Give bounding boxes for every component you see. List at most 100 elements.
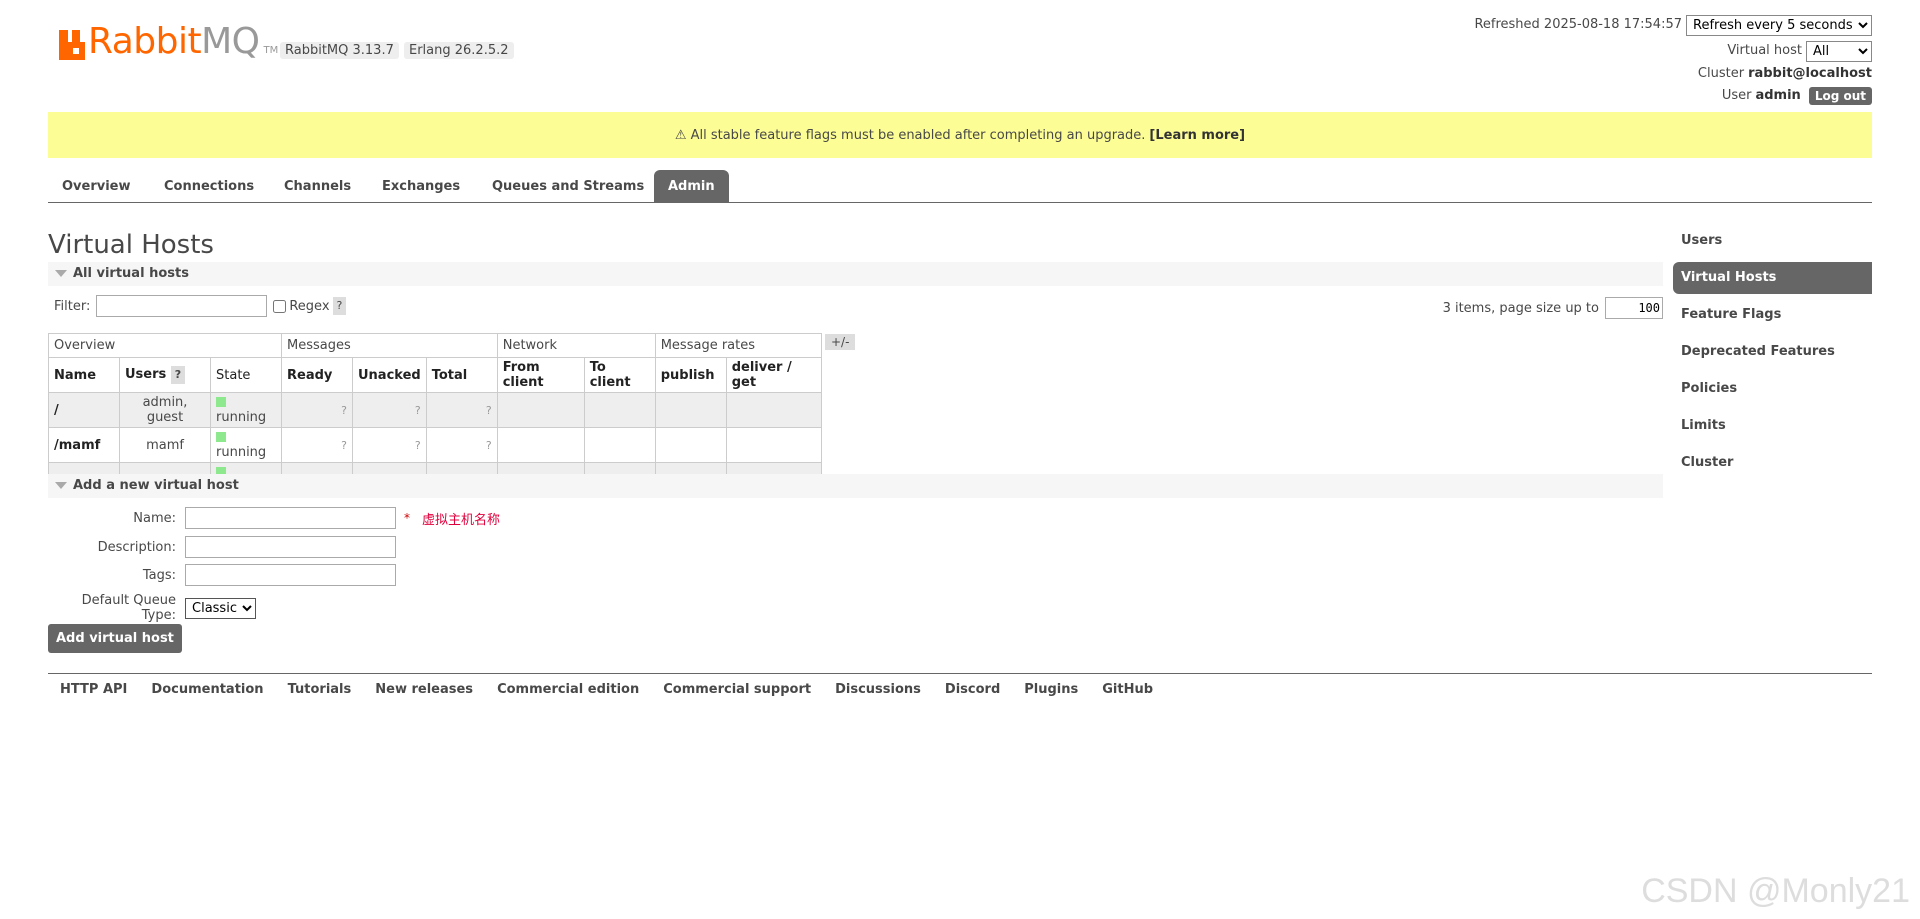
pagination-info: 3 items, page size up to [1443, 297, 1663, 319]
tab-exchanges[interactable]: Exchanges [368, 170, 474, 202]
vhost-state: running [210, 392, 282, 428]
publish-rate [654, 427, 727, 463]
running-status-icon [216, 432, 226, 442]
name-row: Name: * 虚拟主机名称 [46, 507, 500, 529]
tab-channels[interactable]: Channels [270, 170, 365, 202]
sidebar-item-limits[interactable]: Limits [1673, 410, 1872, 442]
description-row: Description: [46, 536, 396, 558]
group-messages: Messages [281, 333, 498, 358]
footer-link-http-api[interactable]: HTTP API [60, 682, 127, 697]
user-label: User [1721, 88, 1752, 103]
vhost-name-link[interactable]: /mamf [48, 427, 120, 463]
tab-queues-and-streams[interactable]: Queues and Streams [478, 170, 658, 202]
group-network: Network [496, 333, 656, 358]
col-unacked[interactable]: Unacked [352, 357, 427, 393]
admin-sidebar: Users Virtual Hosts Feature Flags Deprec… [1673, 225, 1872, 484]
page-size-input[interactable] [1605, 297, 1663, 319]
footer: HTTP API Documentation Tutorials New rel… [48, 673, 1872, 697]
columns-toggle-button[interactable]: +/- [825, 334, 856, 350]
footer-link-documentation[interactable]: Documentation [151, 682, 263, 697]
table-row[interactable]: / admin, guest running ? ? ? [48, 392, 822, 428]
running-status-icon [216, 397, 226, 407]
tags-row: Tags: [46, 564, 396, 586]
to-client-rate [583, 427, 656, 463]
unacked-count: ? [352, 427, 427, 463]
col-ready[interactable]: Ready [281, 357, 353, 393]
csdn-watermark: CSDN @Monly21 [1641, 872, 1910, 910]
tab-overview[interactable]: Overview [48, 170, 145, 202]
add-virtual-host-button[interactable]: Add virtual host [48, 624, 182, 653]
section-title: Add a new virtual host [73, 478, 239, 493]
cluster-label: Cluster [1697, 66, 1745, 81]
section-title: All virtual hosts [73, 266, 189, 281]
ready-count: ? [281, 392, 353, 428]
erlang-version-badge: Erlang 26.2.5.2 [404, 42, 514, 59]
warning-icon: ⚠ [674, 127, 687, 143]
sidebar-item-deprecated-features[interactable]: Deprecated Features [1673, 336, 1872, 368]
vhost-users: mamf [119, 427, 211, 463]
tab-connections[interactable]: Connections [150, 170, 268, 202]
items-count-text: 3 items, page size up to [1442, 300, 1599, 316]
rabbitmq-logo[interactable]: RabbitMQ TM [59, 24, 278, 60]
default-queue-type-select[interactable]: Classic [185, 597, 256, 619]
virtual-host-label: Virtual host [1727, 43, 1802, 58]
footer-link-new-releases[interactable]: New releases [375, 682, 473, 697]
vhost-state: running [210, 427, 282, 463]
main-nav-tabs: Overview Connections Channels Exchanges … [48, 170, 1872, 203]
regex-checkbox[interactable] [273, 299, 287, 313]
queue-type-label: Default Queue Type: [81, 593, 176, 623]
col-publish[interactable]: publish [654, 357, 727, 393]
sidebar-item-users[interactable]: Users [1673, 225, 1872, 257]
logo-text: RabbitMQ [88, 21, 260, 62]
cluster-name: rabbit@localhost [1748, 66, 1872, 81]
tab-admin[interactable]: Admin [654, 170, 729, 202]
from-client-rate [496, 427, 585, 463]
refreshed-timestamp: Refreshed 2025-08-18 17:54:57 [1474, 17, 1682, 32]
banner-text: All stable feature flags must be enabled… [690, 127, 1146, 143]
add-virtual-host-section-toggle[interactable]: Add a new virtual host [48, 474, 1663, 498]
vhost-name-link[interactable]: / [48, 392, 120, 428]
col-from-client[interactable]: From client [496, 357, 585, 393]
footer-link-github[interactable]: GitHub [1102, 682, 1153, 697]
vhost-name-input[interactable] [185, 507, 396, 529]
learn-more-link[interactable]: [Learn more] [1149, 128, 1245, 143]
filter-input[interactable] [96, 295, 268, 317]
regex-help-button[interactable]: ? [332, 297, 347, 315]
users-help-button[interactable]: ? [170, 366, 186, 384]
col-total[interactable]: Total [425, 357, 498, 393]
table-row[interactable]: /mamf mamf running ? ? ? [48, 427, 822, 463]
col-to-client[interactable]: To client [583, 357, 656, 393]
logo-trademark: TM [263, 45, 279, 56]
col-deliver-get[interactable]: deliver / get [725, 357, 822, 393]
group-overview: Overview [48, 333, 282, 358]
name-label: Name: [133, 510, 176, 526]
unacked-count: ? [352, 392, 427, 428]
refresh-interval-select[interactable]: Refresh every 5 seconds [1686, 14, 1872, 36]
col-users[interactable]: Users ? [119, 357, 211, 393]
footer-link-discussions[interactable]: Discussions [835, 682, 921, 697]
virtual-host-select[interactable]: All [1806, 40, 1872, 62]
footer-link-commercial-support[interactable]: Commercial support [663, 682, 811, 697]
total-count: ? [425, 392, 498, 428]
col-name[interactable]: Name [48, 357, 120, 393]
sidebar-item-feature-flags[interactable]: Feature Flags [1673, 299, 1872, 331]
deliver-get-rate [725, 392, 822, 428]
col-state[interactable]: State [210, 357, 282, 393]
all-virtual-hosts-section-toggle[interactable]: All virtual hosts [48, 262, 1663, 286]
vhost-tags-input[interactable] [185, 564, 396, 586]
footer-link-plugins[interactable]: Plugins [1024, 682, 1078, 697]
sidebar-item-cluster[interactable]: Cluster [1673, 447, 1872, 479]
page-title: Virtual Hosts [48, 230, 214, 260]
group-message-rates: Message rates [654, 333, 822, 358]
ready-count: ? [281, 427, 353, 463]
footer-link-discord[interactable]: Discord [945, 682, 1000, 697]
logout-button[interactable]: Log out [1808, 87, 1872, 105]
footer-link-tutorials[interactable]: Tutorials [288, 682, 352, 697]
app-root: RabbitMQ TM RabbitMQ 3.13.7 Erlang 26.2.… [48, 0, 1872, 919]
sidebar-item-virtual-hosts[interactable]: Virtual Hosts [1673, 262, 1872, 294]
vhost-users: admin, guest [119, 392, 211, 428]
vhost-description-input[interactable] [185, 536, 396, 558]
footer-link-commercial-edition[interactable]: Commercial edition [497, 682, 639, 697]
sidebar-item-policies[interactable]: Policies [1673, 373, 1872, 405]
name-hint: 虚拟主机名称 [422, 512, 501, 528]
